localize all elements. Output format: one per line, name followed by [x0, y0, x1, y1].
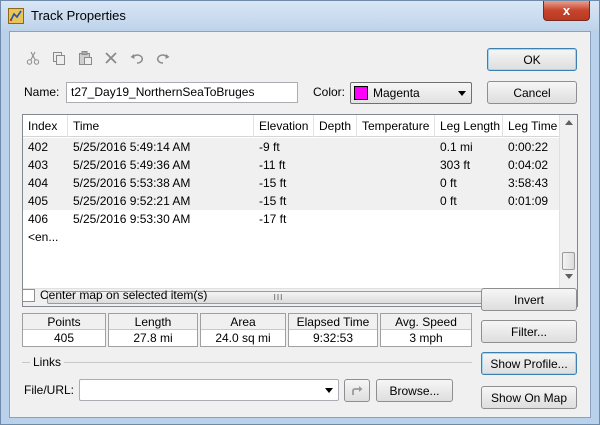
- undo-icon[interactable]: [128, 49, 146, 67]
- close-icon: x: [562, 3, 571, 18]
- column-header-temperature[interactable]: Temperature: [357, 115, 435, 137]
- table-row[interactable]: 404 5/25/2016 5:53:38 AM -15 ft 0 ft 3:58:43: [23, 174, 559, 192]
- color-value: Magenta: [373, 86, 420, 100]
- cell-leg-length: 0 ft: [440, 176, 457, 190]
- cell-leg-time: 0:01:09: [508, 194, 549, 208]
- cell-index: <en...: [28, 230, 59, 244]
- color-dropdown[interactable]: Magenta: [350, 82, 472, 104]
- cell-elevation: -9 ft: [259, 140, 280, 154]
- track-properties-window: Track Properties x OK Cancel Name: t27_D…: [0, 0, 600, 425]
- cut-icon[interactable]: [24, 49, 42, 67]
- stat-label: Avg. Speed: [381, 314, 471, 330]
- cell-leg-time: 3:58:43: [508, 176, 549, 190]
- stat-label: Elapsed Time: [289, 314, 377, 330]
- stat-label: Length: [109, 314, 197, 330]
- stat-label: Area: [201, 314, 285, 330]
- stat-value: 3 mph: [409, 331, 443, 345]
- links-group-label: Links: [30, 355, 65, 369]
- chevron-down-icon[interactable]: [325, 388, 333, 393]
- paste-icon[interactable]: [76, 49, 94, 67]
- stat-value: 405: [53, 331, 75, 345]
- stat-label: Points: [23, 314, 105, 330]
- scroll-up-icon[interactable]: [565, 120, 573, 125]
- close-button[interactable]: x: [543, 1, 590, 21]
- cell-index: 404: [28, 176, 49, 190]
- redo-icon[interactable]: [154, 49, 172, 67]
- cell-leg-length: 0.1 mi: [440, 140, 473, 154]
- column-header-time[interactable]: Time: [68, 115, 254, 137]
- cell-time: 5/25/2016 5:53:38 AM: [73, 176, 191, 190]
- table-row[interactable]: <en...: [23, 228, 559, 246]
- stat-value: 27.8 mi: [133, 331, 173, 345]
- cell-leg-length: 303 ft: [440, 158, 471, 172]
- table-row[interactable]: 405 5/25/2016 9:52:21 AM -15 ft 0 ft 0:01:09: [23, 192, 559, 210]
- cell-index: 406: [28, 212, 49, 226]
- stat-area: Area 24.0 sq mi: [200, 313, 286, 347]
- column-header-index[interactable]: Index: [23, 115, 68, 137]
- title-bar: Track Properties x: [1, 1, 599, 31]
- filter-button[interactable]: Filter...: [481, 320, 577, 343]
- table-row[interactable]: 406 5/25/2016 9:53:30 AM -17 ft: [23, 210, 559, 228]
- cell-leg-length: 0 ft: [440, 194, 457, 208]
- center-map-checkbox[interactable]: [22, 289, 35, 302]
- invert-button[interactable]: Invert: [481, 288, 577, 311]
- color-label: Color:: [313, 85, 346, 99]
- stat-avg-speed: Avg. Speed 3 mph: [380, 313, 472, 347]
- window-title: Track Properties: [31, 8, 126, 23]
- cell-time: 5/25/2016 5:49:36 AM: [73, 158, 191, 172]
- vertical-scrollbar[interactable]: [559, 115, 577, 288]
- stat-value: 9:32:53: [312, 331, 354, 345]
- stat-elapsed-time: Elapsed Time 9:32:53: [288, 313, 378, 347]
- browse-button[interactable]: Browse...: [376, 379, 453, 402]
- copy-icon[interactable]: [50, 49, 68, 67]
- vertical-scroll-thumb[interactable]: [562, 252, 575, 270]
- cell-elevation: -11 ft: [259, 158, 286, 172]
- cell-elevation: -17 ft: [259, 212, 287, 226]
- show-on-map-button[interactable]: Show On Map: [481, 386, 577, 409]
- chevron-down-icon: [458, 91, 466, 96]
- table-row[interactable]: 403 5/25/2016 5:49:36 AM -11 ft 303 ft 0:04:…: [23, 156, 559, 174]
- dialog-body: OK Cancel Name: t27_Day19_NorthernSeaToB…: [9, 31, 591, 418]
- cell-elevation: -15 ft: [259, 194, 287, 208]
- cell-index: 405: [28, 194, 49, 208]
- stat-value: 24.0 sq mi: [215, 331, 271, 345]
- scroll-down-icon[interactable]: [565, 274, 573, 279]
- cell-time: 5/25/2016 5:49:14 AM: [73, 140, 191, 154]
- cell-index: 402: [28, 140, 49, 154]
- name-label: Name:: [24, 85, 60, 99]
- cell-elevation: -15 ft: [259, 176, 287, 190]
- center-map-label[interactable]: Center map on selected item(s): [40, 288, 207, 302]
- column-header-leg-length[interactable]: Leg Length: [435, 115, 503, 137]
- cell-leg-time: 0:04:02: [508, 158, 549, 172]
- open-link-button[interactable]: [344, 379, 370, 402]
- cancel-button[interactable]: Cancel: [487, 81, 577, 104]
- file-url-input[interactable]: [79, 379, 339, 401]
- cell-time: 5/25/2016 9:53:30 AM: [73, 212, 191, 226]
- app-icon: [8, 8, 24, 24]
- track-points-table[interactable]: Index Time Elevation Depth Temperature L…: [22, 114, 578, 307]
- column-header-depth[interactable]: Depth: [314, 115, 357, 137]
- delete-icon[interactable]: [102, 49, 120, 67]
- table-row[interactable]: 402 5/25/2016 5:49:14 AM -9 ft 0.1 mi 0:00:2…: [23, 138, 559, 156]
- track-stats: Points 405 Length 27.8 mi Area 24.0 sq m…: [22, 313, 472, 347]
- cell-time: 5/25/2016 9:52:21 AM: [73, 194, 191, 208]
- stat-points: Points 405: [22, 313, 106, 347]
- cell-leg-time: 0:00:22: [508, 140, 549, 154]
- column-header-elevation[interactable]: Elevation: [254, 115, 314, 137]
- show-profile-button[interactable]: Show Profile...: [481, 352, 577, 375]
- open-link-icon: [352, 385, 363, 395]
- ok-button[interactable]: OK: [487, 48, 577, 71]
- table-header: Index Time Elevation Depth Temperature L…: [23, 115, 559, 137]
- stat-length: Length 27.8 mi: [108, 313, 198, 347]
- color-swatch: [354, 86, 368, 100]
- cell-index: 403: [28, 158, 49, 172]
- name-field[interactable]: t27_Day19_NorthernSeaToBruges: [66, 82, 298, 103]
- column-header-leg-time[interactable]: Leg Time: [503, 115, 563, 137]
- file-url-label: File/URL:: [24, 383, 75, 397]
